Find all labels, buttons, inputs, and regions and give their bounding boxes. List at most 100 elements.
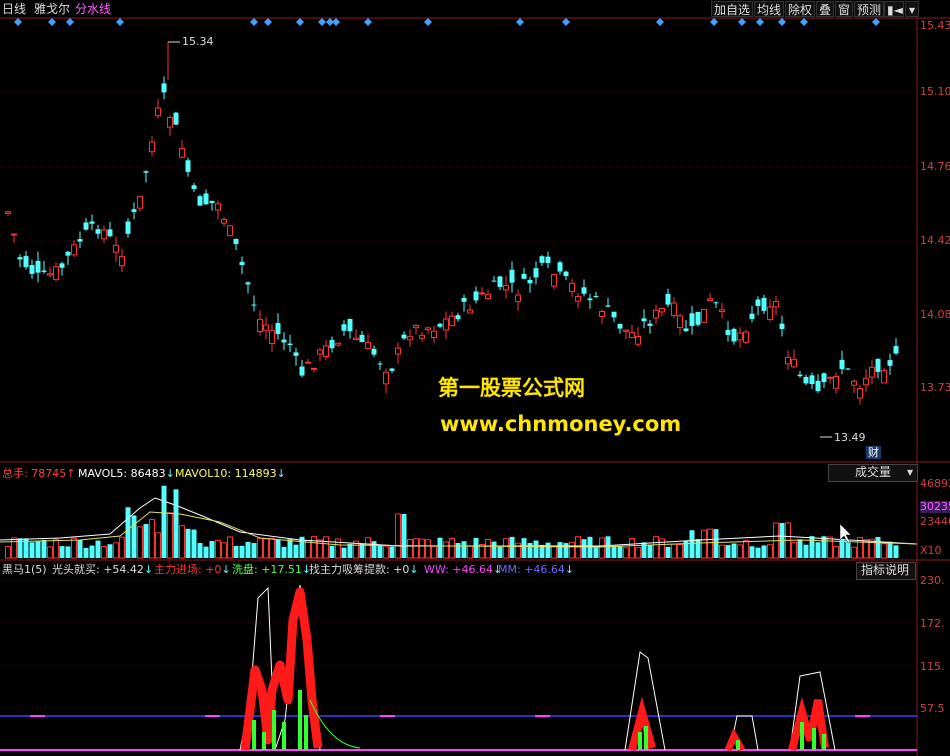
volume-bar	[743, 540, 749, 559]
volume-bar	[611, 545, 617, 558]
indicator-axis-tick: 115.	[920, 660, 945, 673]
overlay-button[interactable]: 叠	[816, 1, 835, 17]
signal-diamond	[756, 18, 764, 26]
candle-body	[293, 352, 299, 356]
volume-bar	[671, 543, 677, 559]
candle-body	[365, 341, 371, 349]
candle-body	[605, 305, 611, 307]
volume-bar	[839, 539, 845, 558]
candle-body	[629, 331, 635, 339]
volume-bar	[875, 537, 881, 558]
forecast-button[interactable]: 预测	[854, 1, 885, 17]
candle-body	[527, 279, 533, 284]
volume-bar	[119, 536, 125, 559]
candle-body	[83, 222, 89, 230]
candle-body	[371, 348, 377, 355]
candle-body	[311, 367, 317, 370]
candle-body	[893, 346, 899, 354]
volume-type-select[interactable]: 成交量 ▾	[828, 464, 918, 482]
price-axis-tick: 15.43	[920, 19, 950, 32]
exright-button[interactable]: 除权	[785, 1, 816, 17]
candle-body	[677, 315, 683, 329]
candle-body	[53, 266, 59, 280]
signal-diamond	[800, 18, 808, 26]
candle-body	[149, 141, 155, 153]
candle-body	[485, 293, 491, 300]
volume-bar	[593, 547, 599, 558]
signal-diamond	[778, 18, 786, 26]
candle-body	[461, 297, 467, 302]
period-label[interactable]: 日线	[2, 2, 26, 16]
candle-body	[557, 262, 563, 272]
volume-bar	[341, 547, 347, 558]
volume-bar	[203, 546, 209, 558]
volume-bar	[173, 489, 179, 558]
candle-body	[545, 256, 551, 263]
volume-bar	[275, 539, 281, 558]
window-button[interactable]: 窗	[835, 1, 854, 17]
volume-bar	[257, 537, 263, 559]
volume-bar	[767, 544, 773, 559]
candle-body	[101, 229, 107, 240]
finance-badge[interactable]: 财	[866, 446, 881, 459]
volume-bar	[545, 542, 551, 558]
candle-body	[761, 297, 767, 311]
candle-body	[497, 276, 503, 287]
volume-bar	[737, 544, 743, 559]
candle-body	[575, 296, 581, 302]
volume-bar	[329, 545, 335, 558]
candle-body	[215, 203, 221, 211]
pin-icon[interactable]: ▮◄	[884, 1, 904, 17]
candle-body	[773, 301, 779, 308]
candle-body	[221, 218, 227, 224]
signal-diamond	[710, 18, 718, 26]
candle-body	[785, 356, 791, 365]
volume-bar	[731, 543, 737, 558]
volume-bar	[179, 525, 185, 559]
volume-bar	[377, 544, 383, 558]
candle-body	[431, 330, 437, 339]
ma-button[interactable]: 均线	[754, 1, 785, 17]
signal-diamond	[14, 18, 22, 26]
volume-bar	[719, 544, 725, 559]
volume-bar	[281, 546, 287, 558]
chevron-down-icon[interactable]: ▾	[905, 1, 919, 17]
candle-body	[779, 323, 785, 329]
price-axis-tick: 14.08	[920, 308, 950, 321]
volume-bar	[131, 515, 137, 558]
signal-diamond	[364, 18, 372, 26]
indicator-name-a[interactable]: 雅戈尔	[34, 2, 70, 16]
indicator-axis-tick: 230.	[920, 574, 945, 587]
volume-bar	[311, 535, 317, 559]
candle-body	[653, 309, 659, 319]
indicator-name-b[interactable]: 分水线	[75, 2, 111, 16]
volume-bar	[407, 538, 413, 559]
candle-body	[821, 373, 827, 383]
volume-bar	[305, 539, 311, 559]
signal-diamond	[48, 18, 56, 26]
candle-body	[305, 361, 311, 364]
volume-bar	[635, 547, 641, 559]
price-axis-tick: 13.73	[920, 381, 950, 394]
volume-bar	[11, 537, 17, 559]
candle-body	[59, 263, 65, 268]
volume-bar	[557, 542, 563, 558]
add-favorite-button[interactable]: 加自选	[711, 1, 754, 17]
candle-body	[143, 171, 149, 173]
indicator-axis-tick: 172.	[920, 617, 945, 630]
candle-body	[287, 343, 293, 346]
volume-bar	[791, 541, 797, 559]
volume-ma10-label: MAVOL10: 114893↓	[175, 467, 286, 480]
candle-body	[467, 309, 473, 314]
price-axis-tick: 14.76	[920, 160, 950, 173]
candle-body	[317, 349, 323, 355]
indicator-help-button[interactable]: 指标说明	[856, 562, 916, 580]
candle-body	[377, 363, 383, 365]
low-price-label: 13.49	[834, 431, 866, 444]
volume-axis-tick: 46892	[920, 477, 950, 490]
indicator-green-bar	[800, 722, 804, 750]
volume-bar	[749, 546, 755, 558]
candle-body	[443, 318, 449, 331]
volume-bar	[893, 545, 899, 558]
volume-bar	[323, 536, 329, 559]
